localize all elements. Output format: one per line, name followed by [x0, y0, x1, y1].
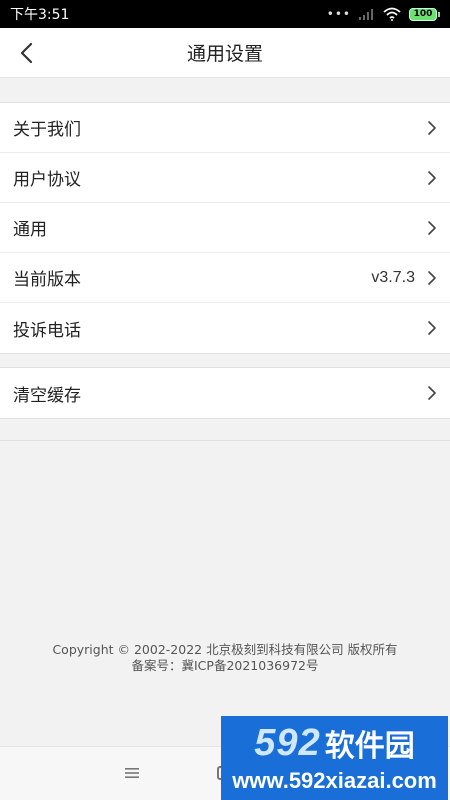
- navigation-bar: 通用设置: [0, 28, 450, 78]
- row-label: 关于我们: [13, 120, 81, 140]
- back-arrow-icon: [20, 42, 33, 64]
- battery-level: 100: [409, 7, 437, 21]
- signal-icon: [359, 9, 373, 20]
- settings-row-about[interactable]: 关于我们: [0, 103, 450, 153]
- watermark-text: 软件园: [324, 729, 415, 764]
- divider: [0, 440, 450, 441]
- row-label: 投诉电话: [13, 320, 81, 341]
- version-value: v3.7.3: [371, 268, 415, 286]
- row-label: 清空缓存: [13, 385, 81, 406]
- settings-group-main: 关于我们 用户协议 通用 当前版本 v3.7.3 投诉电话: [0, 102, 450, 354]
- chevron-right-icon: [428, 221, 436, 235]
- chevron-right-icon: [428, 270, 436, 285]
- back-button[interactable]: [12, 39, 40, 67]
- chevron-right-icon: [428, 121, 436, 135]
- watermark-url: www.592xiazai.com: [232, 768, 437, 793]
- watermark-number: 592: [254, 721, 321, 764]
- wifi-icon: [383, 7, 401, 21]
- battery-tip: [438, 11, 440, 17]
- settings-row-general[interactable]: 通用: [0, 203, 450, 253]
- page-title: 通用设置: [186, 43, 263, 65]
- status-bar: 下午3:51 ••• 100: [0, 0, 450, 28]
- settings-row-version[interactable]: 当前版本 v3.7.3: [0, 253, 450, 303]
- settings-row-clear-cache[interactable]: 清空缓存: [0, 368, 450, 418]
- chevron-right-icon: [428, 171, 436, 185]
- row-label: 通用: [13, 220, 47, 240]
- copyright-text: Copyright © 2002-2022 北京极刻到科技有限公司 版权所有: [52, 642, 398, 657]
- settings-row-user-agreement[interactable]: 用户协议: [0, 153, 450, 203]
- more-dots-icon: •••: [326, 7, 351, 21]
- row-label: 当前版本: [13, 270, 81, 290]
- status-icons: ••• 100: [327, 7, 440, 21]
- icp-text: 备案号：冀ICP备2021036972号: [131, 658, 319, 673]
- status-time: 下午3:51: [10, 7, 70, 23]
- settings-group-cache: 清空缓存: [0, 367, 450, 419]
- menu-icon[interactable]: [124, 766, 140, 780]
- watermark-brand: 592 软件园: [221, 721, 448, 765]
- settings-row-complaint-phone[interactable]: 投诉电话: [0, 303, 450, 353]
- watermark-logo: 592 软件园 www.592xiazai.com: [221, 716, 448, 800]
- chevron-right-icon: [428, 321, 436, 335]
- row-label: 用户协议: [13, 170, 81, 190]
- copyright-block: Copyright © 2002-2022 北京极刻到科技有限公司 版权所有 备…: [0, 642, 450, 674]
- chevron-right-icon: [428, 386, 436, 400]
- battery-icon: 100: [409, 7, 440, 21]
